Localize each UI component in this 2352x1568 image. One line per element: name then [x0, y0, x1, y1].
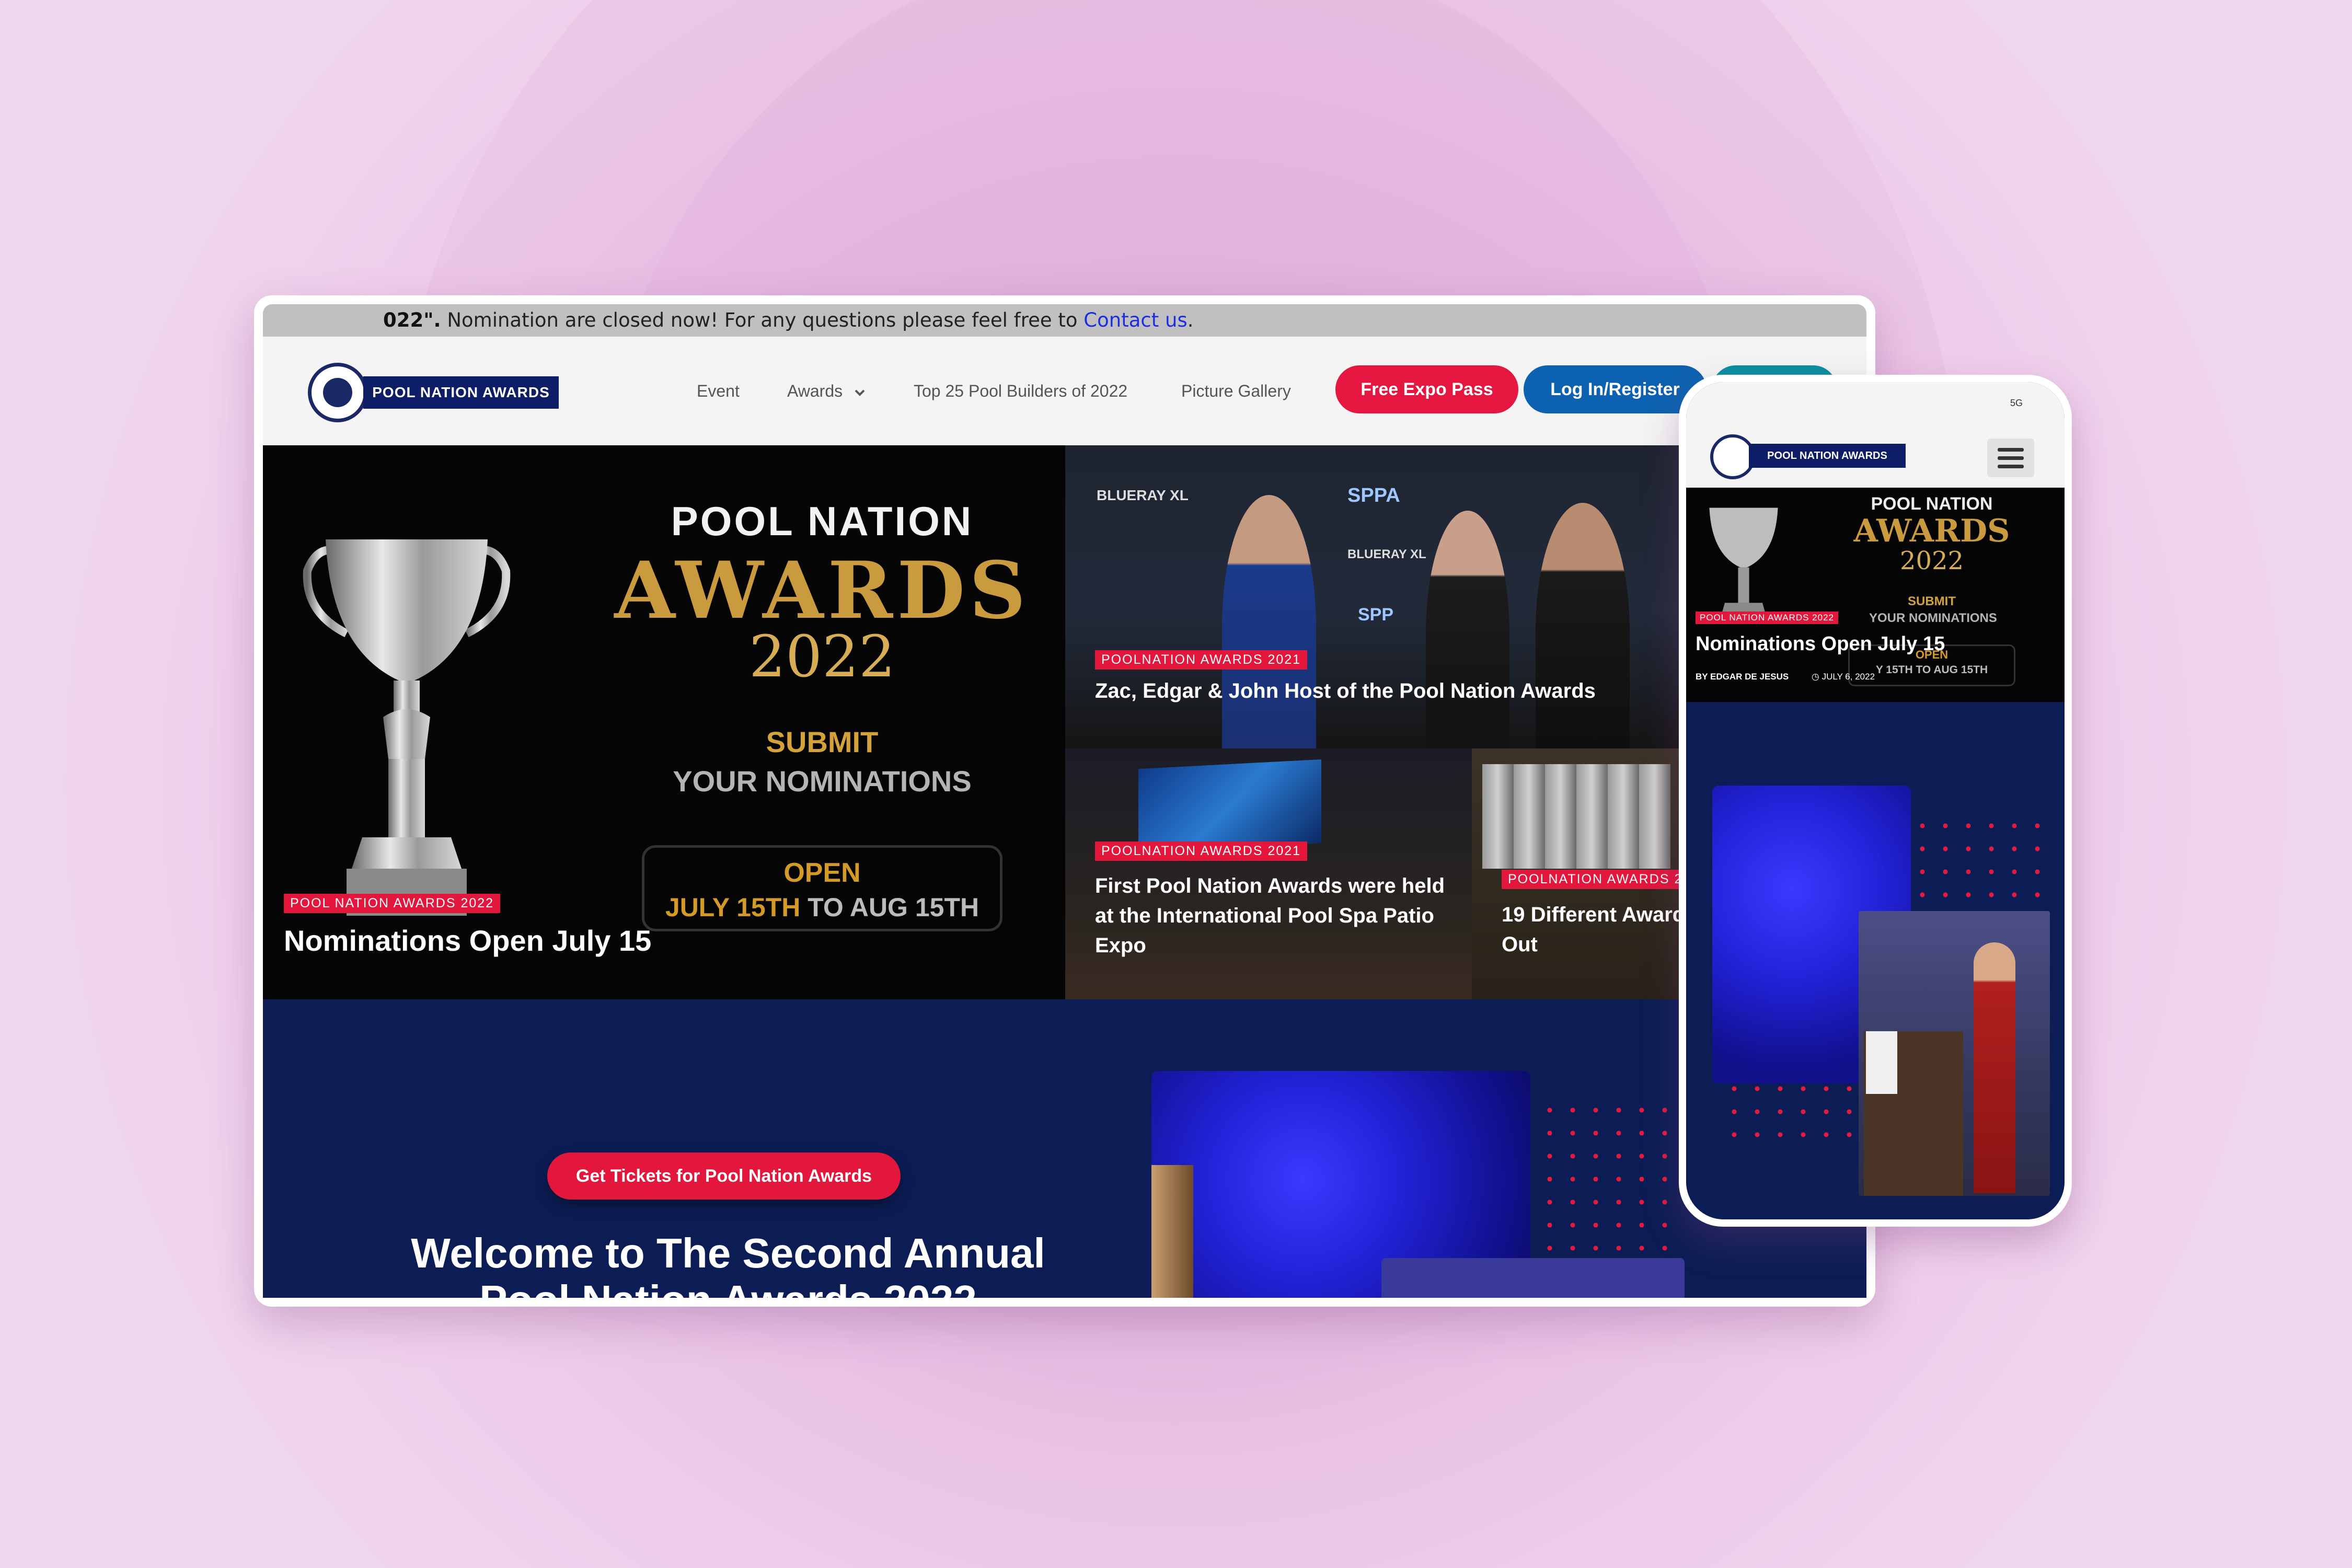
featured-post-main[interactable]: POOL NATION AWARDS 2022 SUBMIT YOUR NOMI…: [263, 445, 1065, 999]
logo-wordmark: POOL NATION AWARDS: [363, 376, 559, 409]
notice-suffix: .: [1187, 309, 1194, 331]
network-indicator: 5G: [2010, 398, 2023, 408]
login-register-button[interactable]: Log In/Register: [1524, 365, 1707, 413]
desktop-screen: 022". Nomination are closed now! For any…: [263, 304, 1866, 1298]
post-date-label: JULY 6, 2022: [1821, 672, 1875, 682]
phone-mockup: 5G POOL NATION AWARDS POOL NATION AWARDS…: [1679, 375, 2072, 1227]
host-photo: [1536, 503, 1630, 748]
notice-prefix: 022".: [383, 309, 441, 331]
free-expo-pass-button[interactable]: Free Expo Pass: [1335, 365, 1518, 413]
phone-header: POOL NATION AWARDS: [1686, 420, 2065, 488]
stage-prop: [1151, 1165, 1193, 1298]
graphic-brand: POOL NATION: [1871, 494, 1993, 514]
host-photo: [1222, 495, 1316, 748]
logo-wordmark[interactable]: POOL NATION AWARDS: [1749, 444, 1906, 468]
sponsor-logo: SPPA: [1347, 485, 1400, 506]
contact-link[interactable]: Contact us: [1083, 309, 1187, 331]
post-category-tag[interactable]: POOL NATION AWARDS 2022: [1696, 612, 1838, 624]
post-date: ◷ JULY 6, 2022: [1812, 672, 1875, 682]
nav-item-event[interactable]: Event: [697, 337, 740, 445]
podium-sign: [1866, 1031, 1897, 1094]
post-author[interactable]: BY EDGAR DE JESUS: [1696, 672, 1789, 682]
graphic-your-nominations: YOUR NOMINATIONS: [673, 765, 972, 798]
notice-bar: 022". Nomination are closed now! For any…: [263, 304, 1866, 337]
post-title[interactable]: Nominations Open July 15: [1696, 633, 1945, 655]
phone-featured-post[interactable]: POOL NATION AWARDS 2022 SUBMIT YOUR NOMI…: [1686, 488, 2065, 702]
post-title[interactable]: Nominations Open July 15: [284, 924, 651, 958]
graphic-awards: AWARDS: [1853, 513, 2010, 549]
graphic-open-box: OPEN JULY 15TH TO AUG 15TH: [642, 845, 1002, 931]
site-logo[interactable]: POOL NATION AWARDS: [308, 363, 569, 422]
speaker-photo: [1381, 1258, 1685, 1298]
post-category-tag[interactable]: POOLNATION AWARDS 2021: [1095, 841, 1308, 861]
desktop-mockup: 022". Nomination are closed now! For any…: [254, 295, 1875, 1307]
graphic-dates-end: TO AUG 15TH: [800, 893, 979, 922]
trophy-image: [1709, 508, 1778, 618]
graphic-year: 2022: [1899, 546, 1964, 575]
post-tile-first-awards[interactable]: POOLNATION AWARDS 2021 First Pool Nation…: [1065, 748, 1472, 999]
trophy-image: [303, 539, 511, 916]
post-category-tag[interactable]: POOLNATION AWARDS 2021: [1095, 650, 1308, 670]
phone-screen: 5G POOL NATION AWARDS POOL NATION AWARDS…: [1686, 382, 2065, 1219]
post-title[interactable]: Zac, Edgar & John Host of the Pool Natio…: [1095, 679, 1596, 703]
graphic-brand: POOL NATION: [671, 498, 974, 544]
post-tile-hosts[interactable]: BLUERAY XL SPPA BLUERAY XL SPP POOLNATIO…: [1065, 445, 1685, 748]
intro-section: Get Tickets for Pool Nation Awards Welco…: [263, 999, 1866, 1298]
nav-item-awards[interactable]: Awards: [787, 337, 866, 445]
screen-photo: [1138, 759, 1321, 853]
clock-icon: ◷: [1812, 672, 1819, 682]
sponsor-logo: SPP: [1358, 605, 1394, 625]
notice-text: Nomination are closed now! For any quest…: [441, 309, 1084, 331]
host-photo: [1426, 511, 1509, 748]
post-category-tag[interactable]: POOLNATION AWARDS 2: [1502, 870, 1685, 889]
welcome-heading-line1: Welcome to The Second Annual: [411, 1230, 1045, 1276]
trophies-photo: [1482, 764, 1670, 869]
phone-status-bar: 5G: [1686, 382, 2065, 420]
chevron-down-icon: [855, 389, 865, 396]
speaker-photo: [1859, 911, 2050, 1196]
graphic-submit: SUBMIT: [766, 725, 879, 758]
post-category-tag[interactable]: POOL NATION AWARDS 2022: [284, 894, 501, 913]
sponsor-logo: BLUERAY XL: [1097, 487, 1189, 503]
post-tile-19-awards[interactable]: POOLNATION AWARDS 2 19 Different Award O…: [1472, 748, 1685, 999]
header-nav: POOL NATION AWARDS Event Awards Top 25 P…: [263, 337, 1866, 445]
graphic-dates: JULY 15TH TO AUG 15TH: [644, 892, 1000, 923]
featured-posts-grid: POOL NATION AWARDS 2022 SUBMIT YOUR NOMI…: [263, 445, 1866, 999]
graphic-your-nominations: YOUR NOMINATIONS: [1869, 611, 1997, 625]
graphic-dates-start: JULY 15TH: [665, 893, 801, 922]
post-title[interactable]: 19 Different Award Out: [1502, 900, 1685, 960]
sponsor-logo: BLUERAY XL: [1347, 547, 1426, 561]
nav-item-gallery[interactable]: Picture Gallery: [1181, 337, 1291, 445]
nav-item-awards-label: Awards: [787, 382, 843, 400]
decorative-dots: [1538, 1099, 1674, 1266]
get-tickets-button[interactable]: Get Tickets for Pool Nation Awards: [547, 1152, 901, 1200]
graphic-year: 2022: [749, 623, 895, 690]
graphic-open: OPEN: [783, 858, 861, 888]
nav-item-top25[interactable]: Top 25 Pool Builders of 2022: [914, 337, 1127, 445]
logo-badge-icon: [308, 363, 367, 422]
phone-intro-section: [1686, 702, 2065, 1219]
graphic-submit: SUBMIT: [1908, 594, 1956, 608]
welcome-heading-line2: Pool Nation Awards 2022: [347, 1276, 1110, 1298]
speaker-figure: [1974, 942, 2015, 1193]
hamburger-menu-icon[interactable]: [1987, 439, 2034, 477]
post-title[interactable]: First Pool Nation Awards were held at th…: [1095, 871, 1461, 961]
